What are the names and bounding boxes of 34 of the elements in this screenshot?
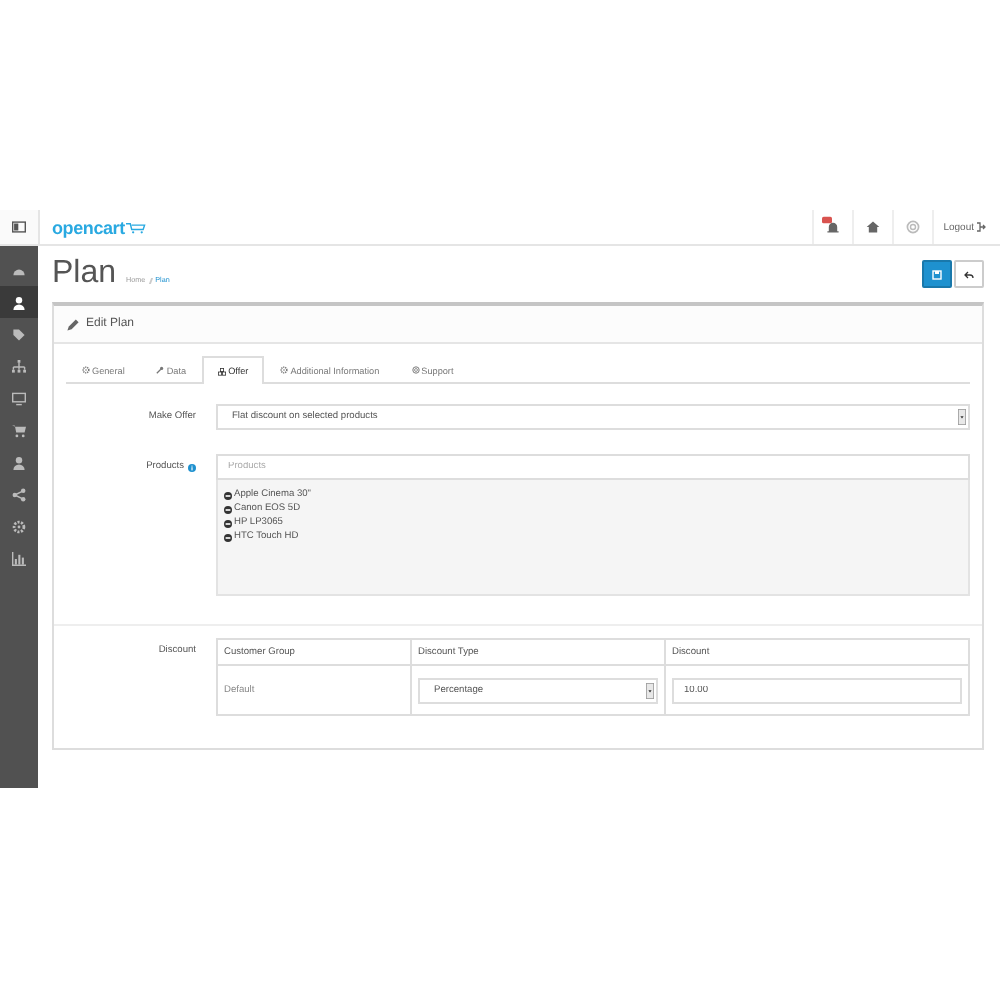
reply-arrow-icon	[964, 269, 974, 279]
info-icon	[188, 463, 196, 471]
alert-badge-icon	[821, 216, 832, 224]
bar-chart-icon	[12, 551, 26, 565]
gear-icon	[12, 519, 26, 533]
cart-icon	[12, 423, 26, 437]
wrench-icon	[156, 366, 165, 374]
sign-out-icon	[976, 222, 986, 232]
share-icon	[12, 487, 26, 501]
cubes-icon	[218, 367, 227, 375]
cart-icon	[126, 221, 147, 233]
remove-icon[interactable]	[224, 491, 232, 499]
save-button[interactable]	[922, 260, 952, 288]
sidebar-menu-item[interactable]	[0, 286, 38, 318]
user-icon	[12, 295, 26, 309]
remove-icon[interactable]	[224, 533, 232, 541]
user-icon	[12, 455, 26, 469]
life-ring-icon	[905, 220, 920, 234]
pencil-icon	[66, 317, 80, 331]
page-title: Plan	[52, 256, 117, 292]
sitemap-icon	[12, 359, 26, 373]
gear-icon	[82, 366, 90, 374]
monitor-icon	[12, 391, 26, 405]
life-ring-icon	[411, 366, 420, 374]
save-icon	[932, 269, 942, 279]
remove-icon[interactable]	[224, 519, 232, 527]
opencart-logo[interactable]: opencart	[52, 217, 125, 237]
bell-icon	[825, 220, 840, 234]
remove-icon[interactable]	[224, 505, 232, 513]
menu-toggle-icon[interactable]	[12, 220, 26, 234]
back-button[interactable]	[954, 260, 984, 288]
tag-icon	[12, 327, 26, 341]
home-icon	[865, 220, 880, 234]
gear-icon	[280, 366, 289, 374]
